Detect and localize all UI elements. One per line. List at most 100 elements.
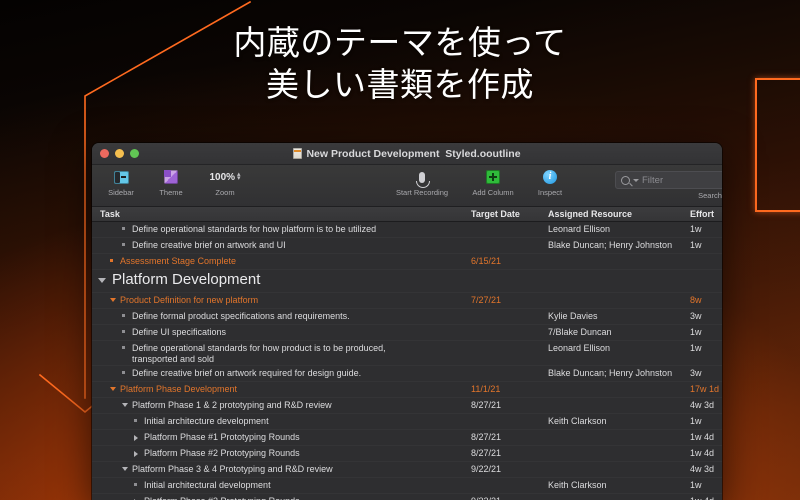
cell-resource[interactable]: Blake Duncan; Henry Johnston	[548, 368, 672, 378]
cell-date[interactable]: 8/27/21	[471, 400, 501, 410]
app-window: New Product Development Styled.ooutline …	[92, 143, 722, 500]
sidebar-button[interactable]: Sidebar	[98, 167, 144, 197]
cell-date[interactable]: 9/22/21	[471, 496, 501, 500]
cell-task[interactable]: Platform Phase #3 Prototyping Rounds	[144, 496, 300, 500]
cell-effort[interactable]: 1w 4d	[690, 496, 714, 500]
search-input[interactable]: Filter	[615, 171, 722, 189]
cell-effort[interactable]: 4w 3d	[690, 464, 714, 474]
disclosure-open-icon[interactable]	[122, 467, 128, 471]
cell-effort[interactable]: 1w 4d	[690, 448, 714, 458]
cell-task[interactable]: Define operational standards for how pla…	[132, 224, 376, 235]
cell-task[interactable]: Platform Phase 1 & 2 prototyping and R&D…	[132, 400, 332, 411]
table-row[interactable]: Platform Phase 3 & 4 Prototyping and R&D…	[92, 462, 722, 478]
column-header-effort[interactable]: Effort	[690, 209, 714, 219]
cell-task[interactable]: Define UI specifications	[132, 327, 226, 338]
cell-date[interactable]: 9/22/21	[471, 464, 501, 474]
cell-date[interactable]: 6/15/21	[471, 256, 501, 266]
table-row[interactable]: Platform Phase Development 11/1/21 17w 1d	[92, 382, 722, 398]
add-column-button[interactable]: Add Column	[462, 167, 524, 197]
cell-task[interactable]: Product Definition for new platform	[120, 295, 258, 306]
info-icon: i	[527, 167, 573, 187]
disclosure-closed-icon[interactable]	[134, 451, 138, 457]
search-placeholder: Filter	[642, 174, 664, 186]
info-icon-glyph: i	[543, 170, 557, 184]
cell-date[interactable]: 7/27/21	[471, 295, 501, 305]
cell-task[interactable]: Define operational standards for how pro…	[132, 343, 386, 365]
zoom-stepper[interactable]: 100% ▴ ▾	[196, 167, 254, 187]
cell-effort[interactable]: 1w	[690, 224, 702, 234]
cell-resource[interactable]: Keith Clarkson	[548, 480, 607, 490]
table-row[interactable]: Platform Phase 1 & 2 prototyping and R&D…	[92, 398, 722, 414]
disclosure-open-icon[interactable]	[110, 298, 116, 302]
bullet-icon	[110, 259, 113, 262]
start-recording-button[interactable]: Start Recording	[385, 167, 459, 197]
column-header-resource[interactable]: Assigned Resource	[548, 209, 632, 219]
cell-task[interactable]: Define formal product specifications and…	[132, 311, 350, 322]
cell-date[interactable]: 8/27/21	[471, 432, 501, 442]
table-row[interactable]: Assessment Stage Complete 6/15/21	[92, 254, 722, 270]
table-row[interactable]: Define creative brief on artwork and UI B…	[92, 238, 722, 254]
cell-effort[interactable]: 1w	[690, 480, 702, 490]
cell-task[interactable]: Define creative brief on artwork and UI	[132, 240, 286, 251]
cell-task[interactable]: Platform Phase Development	[120, 384, 237, 395]
cell-task[interactable]: Platform Development	[112, 271, 260, 288]
table-row[interactable]: Platform Phase #3 Prototyping Rounds 9/22…	[92, 494, 722, 500]
cell-task[interactable]: Define creative brief on artwork require…	[132, 368, 361, 379]
cell-resource[interactable]: Leonard Ellison	[548, 343, 610, 353]
cell-task[interactable]: Platform Phase #2 Prototyping Rounds	[144, 448, 300, 459]
cell-effort[interactable]: 1w	[690, 240, 702, 250]
chevron-updown-icon[interactable]: ▴ ▾	[237, 171, 241, 182]
disclosure-open-icon[interactable]	[110, 387, 116, 391]
maximize-icon[interactable]	[130, 149, 139, 158]
chevron-down-icon[interactable]	[633, 178, 639, 182]
disclosure-open-icon[interactable]	[98, 278, 106, 283]
cell-effort[interactable]: 1w	[690, 416, 702, 426]
table-row[interactable]: Initial architecture development Keith Cl…	[92, 414, 722, 430]
toolbar: Sidebar Theme 100% ▴ ▾ Zoom Start Record…	[92, 165, 722, 207]
table-row[interactable]: Define operational standards for how pla…	[92, 222, 722, 238]
cell-date[interactable]: 8/27/21	[471, 448, 501, 458]
start-recording-label: Start Recording	[395, 188, 449, 197]
cell-effort[interactable]: 8w	[690, 295, 702, 305]
disclosure-closed-icon[interactable]	[134, 435, 138, 441]
zoom-control[interactable]: 100% ▴ ▾ Zoom	[196, 167, 254, 197]
column-header-task[interactable]: Task	[100, 209, 120, 219]
cell-task[interactable]: Assessment Stage Complete	[120, 256, 236, 267]
close-icon[interactable]	[100, 149, 109, 158]
cell-task[interactable]: Platform Phase #1 Prototyping Rounds	[144, 432, 300, 443]
cell-task[interactable]: Platform Phase 3 & 4 Prototyping and R&D…	[132, 464, 333, 475]
cell-task[interactable]: Initial architecture development	[144, 416, 269, 427]
table-row[interactable]: Product Definition for new platform 7/27/…	[92, 293, 722, 309]
table-row[interactable]: Platform Phase #1 Prototyping Rounds 8/27…	[92, 430, 722, 446]
cell-resource[interactable]: Kylie Davies	[548, 311, 598, 321]
inspect-button[interactable]: i Inspect	[527, 167, 573, 197]
add-column-icon	[462, 167, 524, 187]
table-row[interactable]: Define operational standards for how pro…	[92, 341, 722, 366]
cell-effort[interactable]: 1w	[690, 327, 702, 337]
bullet-icon	[122, 243, 125, 246]
cell-resource[interactable]: Keith Clarkson	[548, 416, 607, 426]
table-row[interactable]: Define UI specifications 7/Blake Duncan 1w	[92, 325, 722, 341]
column-header-date[interactable]: Target Date	[471, 209, 520, 219]
cell-effort[interactable]: 17w 1d	[690, 384, 719, 394]
table-row[interactable]: Platform Phase #2 Prototyping Rounds 8/27…	[92, 446, 722, 462]
cell-resource[interactable]: Blake Duncan; Henry Johnston	[548, 240, 672, 250]
column-header-row: Task Target Date Assigned Resource Effor…	[92, 207, 722, 222]
table-row[interactable]: Define formal product specifications and…	[92, 309, 722, 325]
sidebar-icon	[98, 167, 144, 187]
cell-resource[interactable]: 7/Blake Duncan	[548, 327, 612, 337]
cell-resource[interactable]: Leonard Ellison	[548, 224, 610, 234]
minimize-icon[interactable]	[115, 149, 124, 158]
theme-button[interactable]: Theme	[148, 167, 194, 197]
cell-date[interactable]: 11/1/21	[471, 384, 500, 394]
cell-effort[interactable]: 4w 3d	[690, 400, 714, 410]
cell-effort[interactable]: 1w	[690, 343, 702, 353]
cell-effort[interactable]: 3w	[690, 368, 702, 378]
outline-group-row[interactable]: Platform Development	[92, 270, 722, 293]
cell-effort[interactable]: 3w	[690, 311, 702, 321]
table-row[interactable]: Initial architectural development Keith C…	[92, 478, 722, 494]
disclosure-open-icon[interactable]	[122, 403, 128, 407]
cell-task[interactable]: Initial architectural development	[144, 480, 271, 491]
cell-effort[interactable]: 1w 4d	[690, 432, 714, 442]
table-row[interactable]: Define creative brief on artwork require…	[92, 366, 722, 382]
